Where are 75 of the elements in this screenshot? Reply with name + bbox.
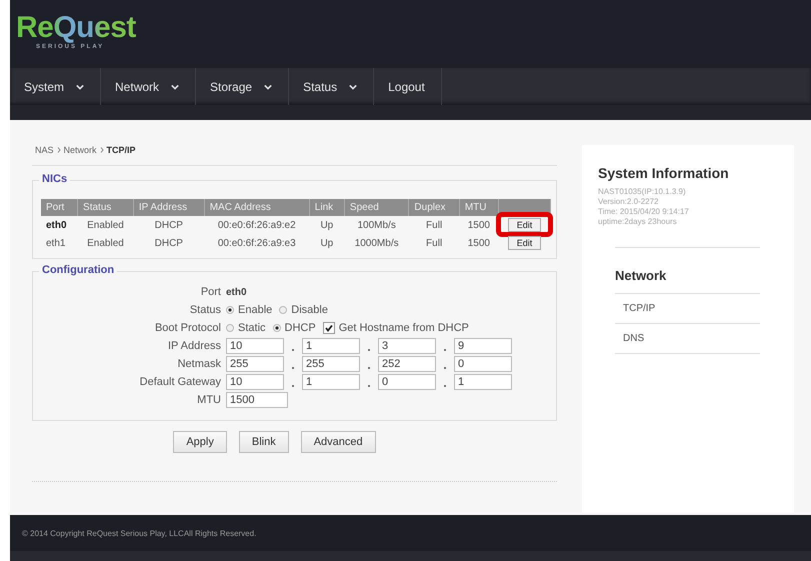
- section-title: Configuration: [39, 264, 118, 276]
- form-button[interactable]: Blink: [238, 431, 289, 453]
- table-cell-text: 1500: [466, 236, 491, 250]
- input-field[interactable]: 10: [226, 338, 284, 354]
- form-button[interactable]: Advanced: [300, 431, 376, 453]
- input-field[interactable]: 1: [302, 374, 360, 390]
- input-field[interactable]: 255: [226, 356, 284, 372]
- table-cell: Full: [408, 216, 460, 234]
- breadcrumb-link[interactable]: NAS: [35, 145, 54, 155]
- option-label: Get Hostname from DHCP: [338, 322, 469, 334]
- field-label: Default Gateway: [138, 375, 221, 390]
- table-cell-text: Up: [319, 236, 334, 250]
- column-header: Link: [309, 199, 344, 216]
- card-title: System Information: [598, 165, 730, 181]
- table-cell-text: 00:e0:6f:26:a9:e3: [216, 236, 297, 250]
- column-header: MTU: [459, 199, 498, 216]
- table-cell: Up: [309, 216, 344, 234]
- port-value: eth0: [226, 286, 247, 298]
- info-text: Version:2.0-2272: [598, 197, 660, 207]
- edit-button[interactable]: Edit: [508, 218, 542, 232]
- input-field[interactable]: 10: [226, 374, 284, 390]
- table-cell: 00:e0:6f:26:a9:e2: [204, 216, 310, 234]
- radio-button[interactable]: [226, 306, 234, 314]
- table-cell: eth0: [41, 216, 78, 234]
- table-cell: DHCP: [133, 216, 204, 234]
- chevron-icon: [100, 147, 104, 153]
- column-header: MAC Address: [204, 199, 310, 216]
- field-label: Port: [200, 285, 221, 300]
- field-label: Netmask: [176, 357, 221, 372]
- copyright-text: © 2014 Copyright ReQuest Serious Play, LLCAll Rights Reserved.: [22, 528, 256, 538]
- table-cell-text: Enabled: [86, 236, 125, 250]
- column-header: Status: [78, 199, 134, 216]
- option-label: Enable: [238, 304, 272, 316]
- option-label: Static: [238, 322, 266, 334]
- radio-button[interactable]: [279, 306, 288, 314]
- table-cell: 1500: [459, 216, 498, 234]
- table-cell-text: eth1: [45, 236, 66, 250]
- field-label: Boot Protocol: [154, 321, 221, 336]
- input-field[interactable]: 0: [454, 356, 512, 372]
- input-field[interactable]: 1: [302, 338, 360, 354]
- column-header: Port: [41, 199, 78, 216]
- form-button[interactable]: Apply: [173, 431, 227, 453]
- info-text: NAST01035(IP:10.1.3.9): [598, 187, 687, 197]
- table-cell-text: 1000Mb/s: [354, 236, 400, 250]
- option-label: DHCP: [284, 322, 316, 334]
- column-header: Speed: [344, 199, 409, 216]
- field-label: Status: [188, 303, 221, 318]
- input-field[interactable]: 255: [302, 356, 360, 372]
- input-field[interactable]: 9: [454, 338, 512, 354]
- table-cell: Enabled: [78, 216, 134, 234]
- input-field[interactable]: 0: [378, 374, 436, 390]
- sidebar-link[interactable]: TCP/IP: [615, 294, 760, 324]
- field-label: MTU: [196, 393, 221, 408]
- option-label: Disable: [291, 304, 328, 316]
- column-header: Duplex: [408, 199, 460, 216]
- table-cell-text: DHCP: [154, 236, 184, 250]
- input-field[interactable]: 3: [378, 338, 436, 354]
- column-header: IP Address: [133, 199, 204, 216]
- breadcrumb-link[interactable]: Network: [64, 145, 97, 155]
- radio-button[interactable]: [226, 324, 234, 332]
- sidebar-link[interactable]: DNS: [615, 324, 760, 354]
- input-field[interactable]: 1: [454, 374, 512, 390]
- info-text: uptime:2days 23hours: [598, 217, 678, 227]
- field-label: IP Address: [167, 339, 221, 354]
- edit-button[interactable]: Edit: [508, 236, 542, 250]
- input-field[interactable]: 1500: [226, 392, 288, 408]
- info-text: Time: 2015/04/20 9:14:17: [598, 207, 690, 217]
- chevron-icon: [56, 147, 61, 153]
- checkbox[interactable]: [322, 322, 335, 334]
- table-cell: 100Mb/s: [344, 216, 409, 234]
- sidebar-heading: Network: [615, 268, 760, 294]
- section-title: NICs: [39, 173, 70, 185]
- input-field[interactable]: 252: [378, 356, 436, 372]
- radio-button[interactable]: [272, 324, 281, 332]
- table-cell-text: Full: [425, 236, 444, 250]
